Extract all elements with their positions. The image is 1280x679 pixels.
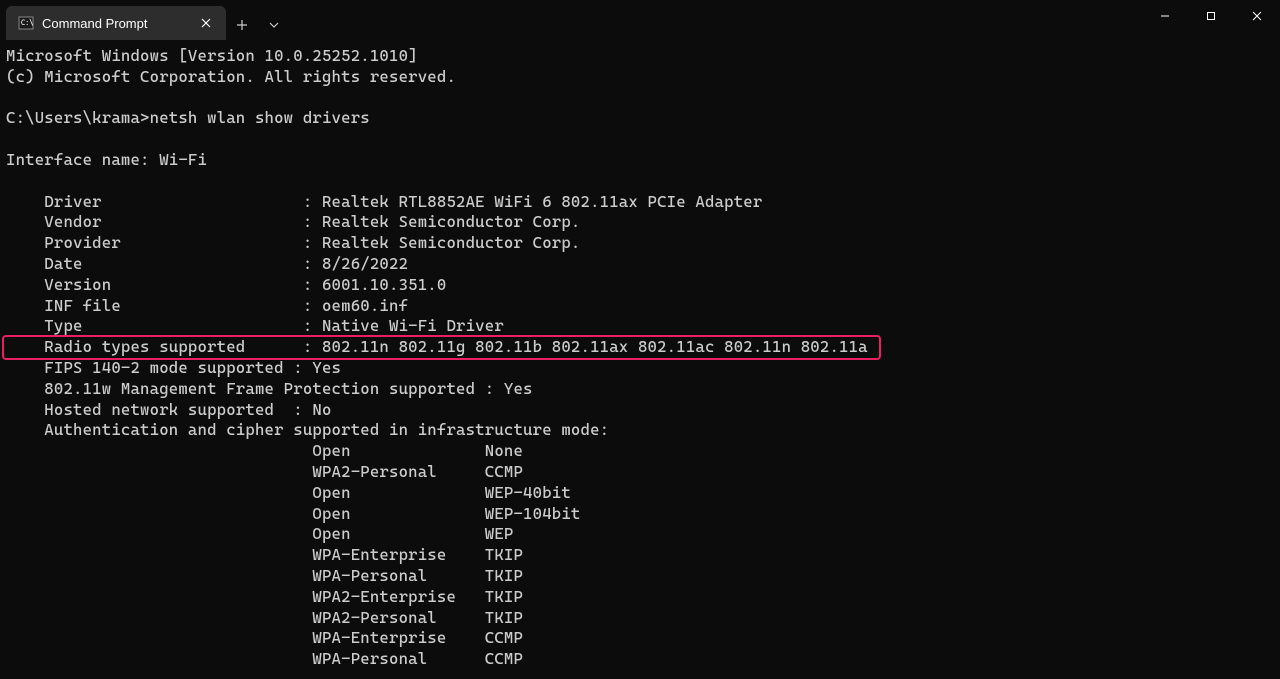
new-tab-button[interactable]: [226, 10, 258, 40]
maximize-button[interactable]: [1188, 0, 1234, 32]
terminal-icon: C:\: [18, 15, 34, 31]
terminal-output[interactable]: Microsoft Windows [Version 10.0.25252.10…: [0, 40, 1280, 676]
minimize-button[interactable]: [1142, 0, 1188, 32]
tab-command-prompt[interactable]: C:\ Command Prompt: [6, 6, 226, 40]
window-controls: [1142, 0, 1280, 40]
titlebar: C:\ Command Prompt: [0, 0, 1280, 40]
svg-text:C:\: C:\: [21, 19, 33, 27]
tabs-area: C:\ Command Prompt: [0, 0, 290, 40]
tab-title: Command Prompt: [42, 16, 190, 31]
tab-dropdown-button[interactable]: [258, 10, 290, 40]
close-window-button[interactable]: [1234, 0, 1280, 32]
highlight-radio-types: Radio types supported : 802.11n 802.11g …: [2, 335, 881, 360]
tab-close-button[interactable]: [198, 15, 214, 31]
